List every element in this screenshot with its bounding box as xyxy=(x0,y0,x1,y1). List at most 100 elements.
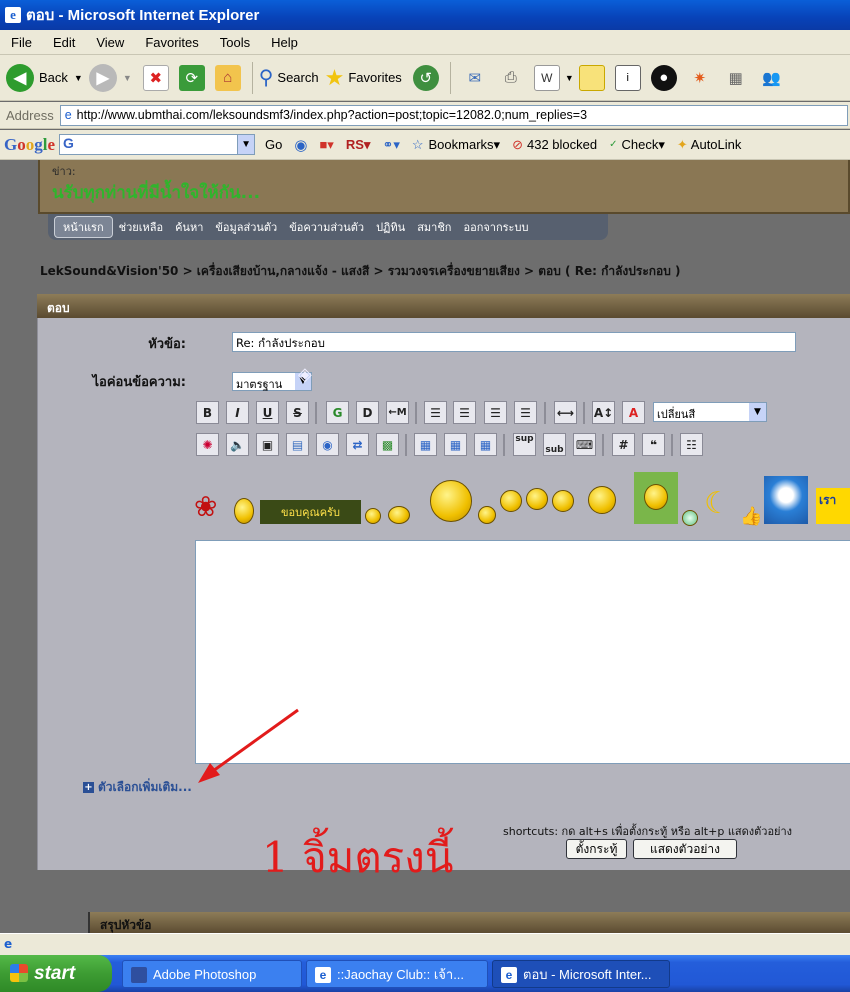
mail-icon[interactable]: ✉ xyxy=(462,65,488,91)
chevron-down-icon[interactable]: ▼ xyxy=(237,135,255,154)
badge-icon[interactable]: เรา xyxy=(816,488,850,524)
align-right-button[interactable]: ☰ xyxy=(514,401,537,424)
menu-edit[interactable]: Edit xyxy=(42,35,85,50)
chevron-down-icon[interactable]: ▼ xyxy=(565,73,574,83)
nav-profile[interactable]: ข้อมูลส่วนตัว xyxy=(209,218,283,236)
menu-tools[interactable]: Tools xyxy=(209,35,260,50)
google-go-button[interactable]: Go xyxy=(265,137,282,152)
autolink-button[interactable]: ✦ AutoLink xyxy=(677,137,742,153)
ftp-link-button[interactable]: ▩ xyxy=(376,433,399,456)
doraemon-icon[interactable] xyxy=(764,476,808,524)
window-title-bar[interactable]: e ตอบ - Microsoft Internet Explorer xyxy=(0,0,850,30)
smiley-big-icon[interactable] xyxy=(430,480,472,522)
banana-icon[interactable]: ☾ xyxy=(704,486,731,521)
address-input[interactable]: e http://www.ubmthai.com/leksoundsmf3/in… xyxy=(59,104,848,126)
font-size-button[interactable]: A↕ xyxy=(592,401,615,424)
hyperlink-button[interactable]: ◉ xyxy=(316,433,339,456)
image-button[interactable]: ▤ xyxy=(286,433,309,456)
menu-file[interactable]: File xyxy=(0,35,42,50)
smiley-grin-icon[interactable] xyxy=(365,508,381,524)
users-icon[interactable]: 👥 xyxy=(759,65,785,91)
globe-icon[interactable]: ◉ xyxy=(294,136,307,154)
note-icon[interactable] xyxy=(578,64,605,91)
refresh-icon[interactable]: ⟳ xyxy=(178,64,205,91)
search-button[interactable]: ⚲ Search xyxy=(259,65,319,90)
taskbar-item-photoshop[interactable]: Adobe Photoshop xyxy=(122,960,302,988)
popup-blocked-button[interactable]: ⊘ 432 blocked xyxy=(512,137,597,153)
table-row-button[interactable]: ▦ xyxy=(444,433,467,456)
nav-home[interactable]: หน้าแรก xyxy=(54,216,113,238)
list-button[interactable]: ☷ xyxy=(680,433,703,456)
forward-button[interactable]: ▶ ▼ xyxy=(88,63,132,92)
preview-button[interactable]: แสดงตัวอย่าง xyxy=(633,839,737,859)
color-select[interactable]: เปลี่ยนสี ▼ xyxy=(653,402,767,422)
taskbar-item-reply[interactable]: e ตอบ - Microsoft Inter... xyxy=(492,960,670,988)
horizontal-rule-button[interactable]: ⟷ xyxy=(554,401,577,424)
align-center-button[interactable]: ☰ xyxy=(453,401,476,424)
rose-icon[interactable]: ❀ xyxy=(194,490,217,523)
qq-penguin-icon[interactable]: ● xyxy=(650,64,677,91)
move-button[interactable]: ← M xyxy=(386,401,409,424)
taskbar-item-jaochay[interactable]: e ::Jaochay Club:: เจ้า... xyxy=(306,960,488,988)
menu-help[interactable]: Help xyxy=(260,35,308,50)
superscript-button[interactable]: sup xyxy=(513,433,536,456)
italic-button[interactable]: I xyxy=(226,401,249,424)
underline-button[interactable]: U xyxy=(256,401,279,424)
code-button[interactable]: # xyxy=(612,433,635,456)
burst-icon[interactable]: ✷ xyxy=(687,65,713,91)
smiley-camera-icon[interactable] xyxy=(588,486,616,514)
smiley-neutral-icon[interactable] xyxy=(478,506,496,524)
history-icon[interactable]: ↺ xyxy=(412,64,439,91)
messenger-icon[interactable]: i xyxy=(614,64,641,91)
favorites-button[interactable]: ★ Favorites xyxy=(325,65,402,91)
smiley-wave-icon[interactable] xyxy=(388,506,410,524)
link-icon[interactable]: ⚭▾ xyxy=(382,137,399,153)
nav-logout[interactable]: ออกจากระบบ xyxy=(457,218,534,236)
stop-icon[interactable]: ✖ xyxy=(142,64,169,91)
quote-button[interactable]: ❝ xyxy=(642,433,665,456)
menu-favorites[interactable]: Favorites xyxy=(134,35,208,50)
table-cell-button[interactable]: ▦ xyxy=(474,433,497,456)
submit-button[interactable]: ตั้งกระทู้ xyxy=(566,839,627,859)
glow-button[interactable]: G xyxy=(326,401,349,424)
print-icon[interactable]: ⎙ xyxy=(498,65,524,91)
bookmarks-button[interactable]: ☆ Bookmarks ▾ xyxy=(412,137,500,153)
menu-view[interactable]: View xyxy=(85,35,134,50)
smiley-lightbulb-icon[interactable] xyxy=(234,498,254,524)
smiley-green-icon[interactable] xyxy=(682,510,698,526)
bold-button[interactable]: B xyxy=(196,401,219,424)
more-options-link[interactable]: + ตัวเลือกเพิ่มเติม... xyxy=(83,778,192,797)
flash-button[interactable]: ✺ xyxy=(196,433,219,456)
news-icon[interactable]: ■▾ xyxy=(319,137,333,153)
font-face-button[interactable]: A xyxy=(622,401,645,424)
nav-messages[interactable]: ข้อความส่วนตัว xyxy=(283,218,370,236)
teletype-button[interactable]: ⌨ xyxy=(573,433,596,456)
subscript-button[interactable]: sub xyxy=(543,433,566,456)
nav-search[interactable]: ค้นหา xyxy=(169,218,209,236)
nav-members[interactable]: สมาชิก xyxy=(411,218,457,236)
home-icon[interactable]: ⌂ xyxy=(214,64,241,91)
align-justify-button[interactable]: ☰ xyxy=(484,401,507,424)
research-icon[interactable]: ▦ xyxy=(723,65,749,91)
thanks-sticker[interactable]: ขอบคุณครับ xyxy=(260,500,361,524)
sound-button[interactable]: 🔈 xyxy=(226,433,249,456)
smiley-group-icon[interactable] xyxy=(552,490,574,512)
back-button[interactable]: ◀ Back ▼ xyxy=(6,63,83,92)
align-left-button[interactable]: ☰ xyxy=(424,401,447,424)
nav-calendar[interactable]: ปฏิทิน xyxy=(370,218,411,236)
email-link-button[interactable]: ⇄ xyxy=(346,433,369,456)
nav-help[interactable]: ช่วยเหลือ xyxy=(113,218,169,236)
thumbs-up-icon[interactable]: 👍 xyxy=(740,506,762,527)
google-search-input[interactable]: G ▼ xyxy=(59,134,256,155)
chick-icon[interactable] xyxy=(634,472,678,524)
spell-check-button[interactable]: ✓ Check ▾ xyxy=(609,137,665,153)
breadcrumb[interactable]: LekSound&Vision'50 > เครื่องเสียงบ้าน,กล… xyxy=(40,262,681,281)
start-button[interactable]: start xyxy=(0,955,112,992)
rs-button[interactable]: RS ▾ xyxy=(346,137,371,153)
table-button[interactable]: ▦ xyxy=(414,433,437,456)
media-button[interactable]: ▣ xyxy=(256,433,279,456)
subject-input[interactable]: Re: กำลังประกอบ xyxy=(232,332,796,352)
shadow-button[interactable]: D xyxy=(356,401,379,424)
edit-word-icon[interactable]: W xyxy=(533,64,560,91)
smiley-group-icon[interactable] xyxy=(500,490,522,512)
